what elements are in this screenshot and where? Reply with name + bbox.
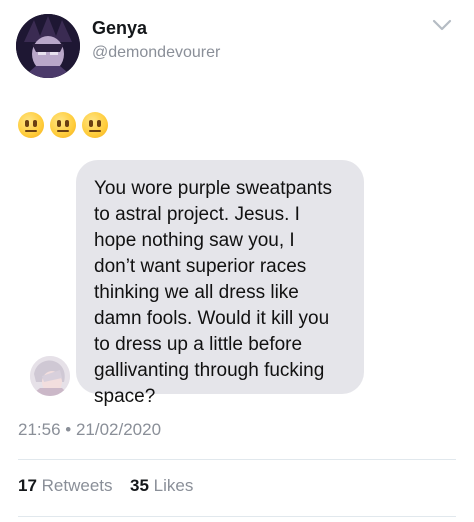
avatar-illustration <box>16 14 80 78</box>
divider <box>18 516 456 517</box>
sender-avatar <box>30 356 70 396</box>
author-avatar[interactable] <box>16 14 80 78</box>
emoji-row <box>18 112 108 138</box>
chevron-down-icon[interactable] <box>432 18 452 32</box>
message-text: You wore purple sweatpants to astral pro… <box>94 178 333 407</box>
retweets-count[interactable]: 17 <box>18 476 37 495</box>
divider <box>18 459 456 460</box>
display-name[interactable]: Genya <box>92 18 147 39</box>
neutral-face-icon <box>18 112 44 138</box>
tweet-timestamp[interactable]: 21:56 • 21/02/2020 <box>18 420 161 440</box>
engagement-stats: 17 Retweets 35 Likes <box>18 476 193 496</box>
likes-count[interactable]: 35 <box>130 476 149 495</box>
user-handle[interactable]: @demondevourer <box>92 44 220 62</box>
neutral-face-icon <box>82 112 108 138</box>
retweets-label[interactable]: Retweets <box>42 476 113 495</box>
likes-label[interactable]: Likes <box>154 476 194 495</box>
neutral-face-icon <box>50 112 76 138</box>
